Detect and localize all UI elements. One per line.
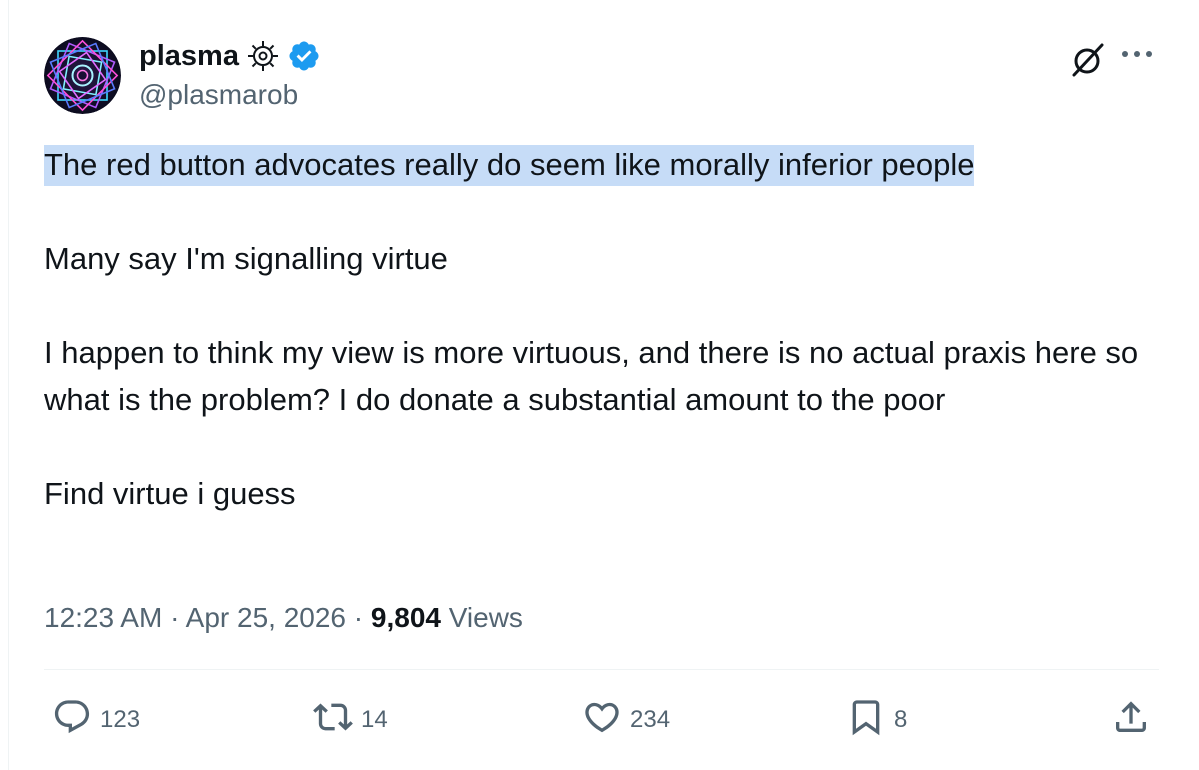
bookmark-button[interactable]: 8 — [846, 698, 907, 742]
reply-count: 123 — [100, 706, 141, 733]
retweet-count: 14 — [361, 706, 388, 733]
meta-separator: · — [353, 602, 364, 633]
display-name[interactable]: plasma — [139, 38, 239, 74]
grok-icon[interactable] — [1068, 40, 1108, 85]
tweet-text: The red button advocates really do seem … — [44, 141, 1159, 517]
meta-separator: · — [170, 602, 180, 633]
divider — [44, 669, 1159, 670]
views-label: Views — [448, 602, 523, 633]
tweet-date[interactable]: Apr 25, 2026 — [186, 602, 346, 633]
heart-icon — [582, 697, 622, 744]
tweet-meta: 12:23 AM · Apr 25, 2026 · 9,804 Views — [44, 598, 523, 638]
selected-text[interactable]: The red button advocates really do seem … — [44, 145, 975, 186]
reply-button[interactable]: 123 — [52, 698, 140, 742]
like-button[interactable]: 234 — [582, 698, 670, 742]
share-button[interactable] — [1111, 698, 1151, 742]
sun-badge-icon[interactable] — [247, 40, 279, 77]
retweet-button[interactable]: 14 — [313, 698, 388, 742]
geometric-mandala-avatar-icon — [44, 37, 121, 114]
reply-icon — [52, 697, 92, 744]
share-icon — [1111, 697, 1151, 744]
tweet-paragraph-3: I happen to think my view is more virtuo… — [44, 335, 1139, 417]
bookmark-count: 8 — [894, 706, 908, 733]
avatar[interactable] — [44, 37, 121, 114]
verified-badge-icon[interactable] — [287, 39, 321, 78]
more-dots-icon[interactable] — [1117, 42, 1157, 71]
tweet-time[interactable]: 12:23 AM — [44, 602, 162, 633]
tweet-paragraph-2: Many say I'm signalling virtue — [44, 241, 448, 276]
tweet-paragraph-4: Find virtue i guess — [44, 476, 296, 511]
views-count: 9,804 — [370, 602, 441, 633]
bookmark-icon — [846, 697, 886, 744]
handle[interactable]: @plasmarob — [139, 77, 298, 113]
like-count: 234 — [630, 706, 671, 733]
retweet-icon — [313, 697, 353, 744]
